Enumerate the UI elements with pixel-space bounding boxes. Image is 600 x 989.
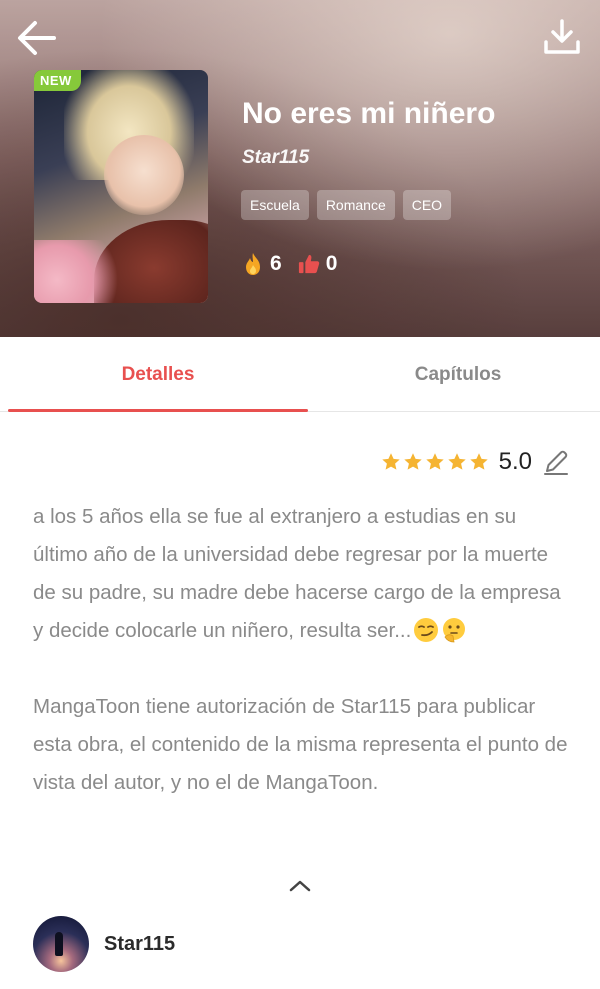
tag-romance[interactable]: Romance — [316, 190, 395, 220]
smirk-emoji-icon — [414, 618, 439, 642]
book-author[interactable]: Star115 — [242, 147, 309, 169]
arrow-left-icon — [18, 21, 56, 55]
new-badge: NEW — [34, 70, 81, 91]
star-icon — [447, 453, 466, 470]
thumbs-up-icon — [298, 254, 319, 274]
likes-stat[interactable]: 6 — [242, 252, 282, 276]
thinking-emoji-icon — [443, 618, 466, 643]
rating-row: 5.0 — [381, 448, 570, 476]
author-row[interactable]: Star115 — [33, 916, 175, 972]
rating-value: 5.0 — [498, 448, 532, 475]
thumbs-stat[interactable]: 0 — [298, 252, 338, 276]
tab-details[interactable]: Detalles — [8, 337, 308, 412]
download-button[interactable] — [542, 18, 582, 58]
star-icon — [469, 453, 488, 470]
tag-list: Escuela Romance CEO — [241, 190, 452, 220]
pencil-icon[interactable] — [542, 448, 570, 476]
likes-count: 6 — [270, 252, 282, 275]
tag-ceo[interactable]: CEO — [402, 190, 452, 220]
star-icon — [403, 453, 422, 470]
rating-stars[interactable] — [381, 452, 489, 472]
avatar — [33, 916, 89, 972]
book-title: No eres mi niñero — [242, 97, 496, 130]
star-icon — [425, 453, 444, 470]
tab-chapters[interactable]: Capítulos — [308, 337, 600, 412]
synopsis-text: a los 5 años ella se fue al extranjero a… — [33, 505, 561, 643]
download-icon — [544, 19, 580, 54]
tab-bar: Detalles Capítulos — [0, 337, 600, 412]
book-header: NEW No eres mi niñero Star115 Escuela Ro… — [0, 0, 600, 337]
author-name: Star115 — [104, 932, 176, 955]
star-icon — [381, 453, 400, 470]
stats-row: 6 0 — [242, 252, 353, 276]
fire-icon — [246, 253, 260, 275]
chevron-up-icon[interactable] — [288, 876, 312, 894]
back-button[interactable] — [16, 18, 58, 58]
thumbs-count: 0 — [325, 252, 338, 275]
book-cover[interactable]: NEW — [34, 70, 208, 303]
description: a los 5 años ella se fue al extranjero a… — [33, 498, 573, 802]
tag-escuela[interactable]: Escuela — [241, 190, 309, 220]
license-text: MangaToon tiene autorización de Star115 … — [33, 695, 568, 794]
